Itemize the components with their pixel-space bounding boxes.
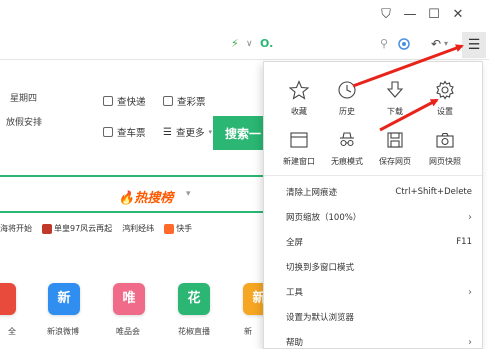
menu-item-help[interactable]: 帮助 › <box>264 330 482 349</box>
hot-search-label[interactable]: 🔥热搜榜 <box>118 187 173 206</box>
save-page-tile[interactable]: 保存网页 <box>372 128 418 167</box>
caret-down-icon: ▾ <box>208 128 212 136</box>
menu-item-tools[interactable]: 工具 › <box>264 280 482 304</box>
vip-app-icon[interactable]: 唯 <box>113 283 145 315</box>
app-label: 唯品会 <box>116 327 140 336</box>
incognito-icon <box>324 128 370 152</box>
tile-label: 历史 <box>339 107 355 116</box>
tile-label: 新建窗口 <box>283 157 315 166</box>
title-bar: ⛉ — ☐ ✕ <box>0 0 489 30</box>
chevron-down-icon[interactable]: ∨ <box>246 38 253 50</box>
quick-link-label: 查更多 <box>175 128 205 139</box>
menu-item-default-browser[interactable]: 设置为默认浏览器 <box>264 305 482 329</box>
package-icon <box>103 96 113 106</box>
menu-item-label: 网页缩放（100%） <box>286 213 362 223</box>
tile-label: 保存网页 <box>379 157 411 166</box>
app-label: 全 <box>8 327 16 336</box>
tile-label: 网页快照 <box>429 157 461 166</box>
search-icon[interactable]: ⚲ <box>380 38 388 50</box>
skin-icon[interactable]: ⛉ <box>378 8 394 22</box>
search-button[interactable]: 搜索一 <box>213 116 264 150</box>
app-icon[interactable] <box>0 283 16 315</box>
news-item[interactable]: 快手 <box>164 223 192 234</box>
ticket-icon <box>103 127 113 137</box>
menu-icon[interactable]: ☰ <box>462 32 486 58</box>
address-bar: ⚡ ∨ O. ⚲ ↶ ▾ ☰ <box>0 30 489 60</box>
hot-search-text: 热搜榜 <box>134 191 174 206</box>
menu-divider <box>264 175 482 176</box>
gear-icon <box>422 78 468 102</box>
incognito-tile[interactable]: 无痕模式 <box>324 128 370 167</box>
tile-label: 下载 <box>387 107 403 116</box>
menu-item-shortcut: F11 <box>456 237 472 247</box>
favorites-tile[interactable]: 收藏 <box>276 78 322 117</box>
chevron-right-icon: › <box>468 336 472 348</box>
tile-label: 无痕模式 <box>331 157 363 166</box>
news-item[interactable]: 鸿利经纬 <box>122 223 154 234</box>
quick-link-more[interactable]: ☰ 查更多 ▾ <box>163 125 212 140</box>
menu-item-label: 工具 <box>286 288 304 298</box>
menu-item-multi-window[interactable]: 切换到多窗口模式 <box>264 255 482 279</box>
holiday-link[interactable]: 放假安排 <box>6 115 42 128</box>
download-tile[interactable]: 下载 <box>372 78 418 117</box>
save-page-icon <box>372 128 418 152</box>
quick-link-label: 查彩票 <box>177 97 206 108</box>
star-icon <box>276 78 322 102</box>
browser-main-menu: 收藏 历史 下载 设置 新建窗口 无痕模式 保存网页 网页快照 清除上网痕迹 C… <box>263 61 483 349</box>
search-engine-icon[interactable]: O. <box>260 38 273 50</box>
sync-icon[interactable] <box>398 38 410 53</box>
menu-item-fullscreen[interactable]: 全屏 F11 <box>264 230 482 254</box>
kuaishou-icon <box>164 223 175 234</box>
tile-label: 设置 <box>437 107 453 116</box>
app-label: 新浪微博 <box>47 327 79 336</box>
menu-item-clear-traces[interactable]: 清除上网痕迹 Ctrl+Shift+Delete <box>264 180 482 204</box>
menu-item-zoom[interactable]: 网页缩放（100%） › <box>264 205 482 229</box>
camera-icon <box>422 128 468 152</box>
tile-label: 收藏 <box>291 107 307 116</box>
list-icon: ☰ <box>163 126 172 138</box>
weibo-app-icon[interactable]: 新 <box>48 283 80 315</box>
weekday-text: 星期四 <box>10 94 38 104</box>
quick-link-ticket[interactable]: 查车票 <box>103 125 146 139</box>
chevron-down-icon[interactable]: ▾ <box>186 189 191 199</box>
snapshot-tile[interactable]: 网页快照 <box>422 128 468 167</box>
menu-item-shortcut: Ctrl+Shift+Delete <box>395 187 472 197</box>
quick-link-label: 查快递 <box>117 97 146 108</box>
history-clock-icon <box>324 78 370 102</box>
quick-link-lottery[interactable]: 查彩票 <box>163 94 206 108</box>
new-window-tile[interactable]: 新建窗口 <box>276 128 322 167</box>
history-tile[interactable]: 历史 <box>324 78 370 117</box>
news-item[interactable]: 单皇97风云再起 <box>42 223 112 234</box>
app-label: 花椒直播 <box>178 327 210 336</box>
lottery-icon <box>163 96 173 106</box>
news-item-label: 快手 <box>176 224 193 233</box>
quick-link-express[interactable]: 查快递 <box>103 94 146 108</box>
app-label: 新 <box>244 327 252 336</box>
minimize-button[interactable]: — <box>402 8 418 22</box>
quick-link-label: 查车票 <box>117 128 146 139</box>
search-box[interactable]: 🔥热搜榜 ▾ <box>0 175 264 213</box>
close-button[interactable]: ✕ <box>450 8 466 22</box>
maximize-button[interactable]: ☐ <box>426 8 442 22</box>
news-ticker: 海将开始 单皇97风云再起 鸿利经纬 快手 <box>0 223 192 234</box>
news-item-label: 单皇97风云再起 <box>54 224 113 233</box>
new-window-icon <box>276 128 322 152</box>
lightning-icon[interactable]: ⚡ <box>231 38 239 50</box>
menu-item-label: 全屏 <box>286 238 304 248</box>
menu-item-label: 清除上网痕迹 <box>286 188 338 198</box>
huajiao-app-icon[interactable]: 花 <box>178 283 210 315</box>
undo-icon[interactable]: ↶ <box>431 38 441 50</box>
menu-item-label: 帮助 <box>286 338 304 348</box>
menu-item-label: 设置为默认浏览器 <box>286 313 355 323</box>
menu-item-label: 切换到多窗口模式 <box>286 263 355 273</box>
chevron-down-icon[interactable]: ▾ <box>444 38 448 50</box>
news-item[interactable]: 海将开始 <box>0 223 32 234</box>
settings-tile[interactable]: 设置 <box>422 78 468 117</box>
game-icon <box>42 223 52 234</box>
download-icon <box>372 78 418 102</box>
chevron-right-icon: › <box>468 211 472 223</box>
chevron-right-icon: › <box>468 286 472 298</box>
